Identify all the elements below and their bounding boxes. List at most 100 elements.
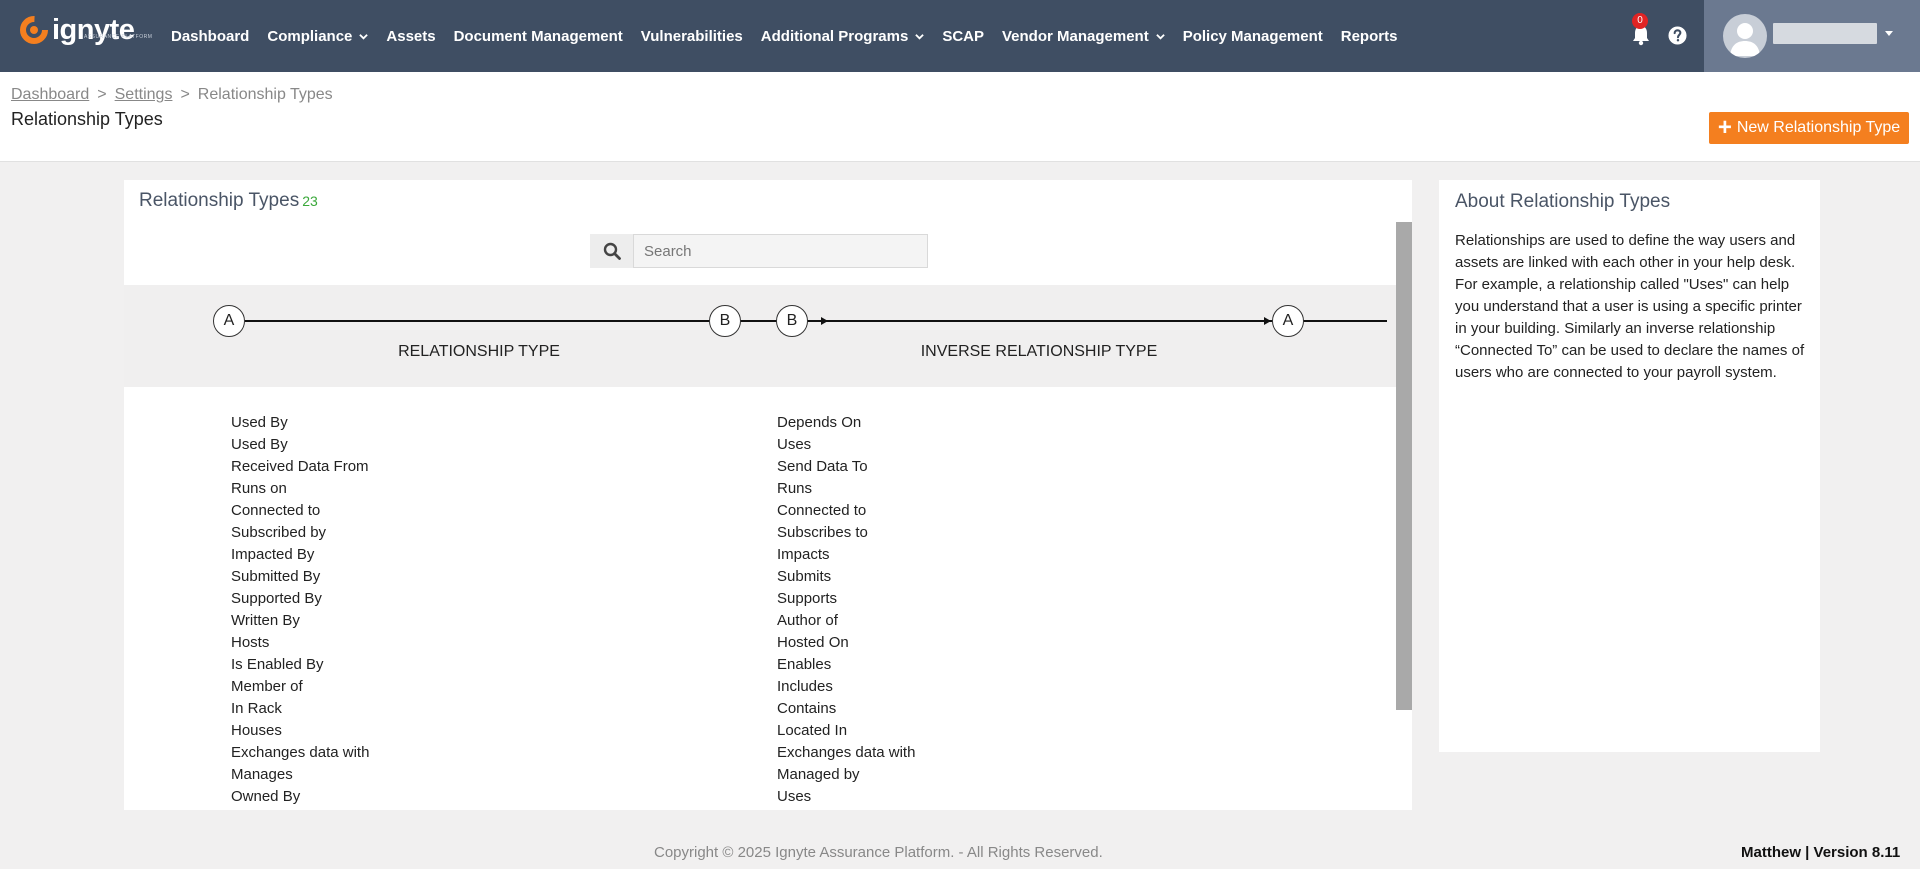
nav-label: Additional Programs [760, 27, 909, 45]
relationship-type-item[interactable]: Exchanges data with [231, 742, 369, 764]
footer-copyright: Copyright © 2025 Ignyte Assurance Platfo… [654, 844, 1103, 861]
search-box [590, 234, 928, 268]
nav-assets[interactable]: Assets [386, 28, 435, 45]
relationship-type-item[interactable]: Is Enabled By [231, 654, 369, 676]
breadcrumb-settings[interactable]: Settings [115, 86, 173, 103]
logo-text: ignyte [52, 14, 135, 46]
breadcrumb-separator: > [97, 86, 107, 103]
inverse-relationship-type-item[interactable]: Contains [777, 698, 915, 720]
new-relationship-type-label: New Relationship Type [1736, 119, 1901, 136]
nav-document-management[interactable]: Document Management [454, 28, 623, 45]
about-text: Relationships are used to define the way… [1455, 232, 1805, 381]
search-button[interactable] [590, 234, 633, 268]
relationship-type-item[interactable]: Member of [231, 676, 369, 698]
relationship-type-item[interactable]: In Rack [231, 698, 369, 720]
relationship-type-item[interactable]: Owned By [231, 786, 369, 808]
inverse-relationship-type-item[interactable]: Submits [777, 566, 915, 588]
node-b: B [709, 305, 741, 337]
relationship-diagram-header: A B RELATIONSHIP TYPE B A INVERSE RELATI… [124, 285, 1396, 387]
nav-vulnerabilities[interactable]: Vulnerabilities [641, 28, 743, 45]
relationship-type-item[interactable]: Supported By [231, 588, 369, 610]
logo-subtitle: ASSURANCE PLATFORM [84, 34, 153, 40]
inverse-relationship-type-item[interactable]: Includes [777, 676, 915, 698]
main-nav: Dashboard Compliance Assets Document Man… [171, 0, 1415, 72]
page-title: Relationship Types [11, 109, 163, 129]
inverse-relationship-type-column: Depends On Uses Send Data To Runs Connected … [777, 412, 915, 808]
new-relationship-type-button[interactable]: + New Relationship Type [1709, 112, 1909, 144]
nav-label: Compliance [267, 27, 353, 45]
scrollbar-thumb[interactable] [1396, 222, 1412, 710]
breadcrumb-separator: > [180, 86, 190, 103]
nav-vendor-management[interactable]: Vendor Management [1002, 28, 1165, 45]
inverse-relationship-type-item[interactable]: Located In [777, 720, 915, 742]
nav-scap[interactable]: SCAP [942, 28, 984, 45]
relationship-type-item[interactable]: Used By [231, 434, 369, 456]
relationship-type-item[interactable]: Submitted By [231, 566, 369, 588]
card-title-text: Relationship Types [139, 190, 300, 211]
relationship-type-item[interactable]: Written By [231, 610, 369, 632]
nav-label: Assets [386, 27, 436, 45]
inverse-relationship-type-item[interactable]: Uses [777, 434, 915, 456]
relationship-type-item[interactable]: Houses [231, 720, 369, 742]
logo[interactable]: ignyte [18, 14, 135, 46]
inverse-relationship-type-item[interactable]: Supports [777, 588, 915, 610]
inverse-relationship-type-header: INVERSE RELATIONSHIP TYPE [920, 343, 1158, 360]
nav-reports[interactable]: Reports [1341, 28, 1398, 45]
user-name-redacted [1773, 23, 1877, 44]
relationship-type-item[interactable]: Subscribed by [231, 522, 369, 544]
logo-mark-icon [20, 16, 48, 44]
inverse-relationship-type-item[interactable]: Connected to [777, 500, 915, 522]
top-navbar: ignyte ASSURANCE PLATFORM Dashboard Comp… [0, 0, 1920, 72]
inverse-relationship-type-item[interactable]: Managed by [777, 764, 915, 786]
notification-count-badge: 0 [1632, 13, 1648, 29]
help-icon[interactable] [1668, 26, 1687, 45]
node-a: A [1272, 305, 1304, 337]
node-b: B [776, 305, 808, 337]
about-panel: About Relationship Types Relationships a… [1439, 180, 1820, 752]
relationship-type-column: Used By Used By Received Data From Runs on C… [231, 412, 369, 808]
inverse-relationship-type-item[interactable]: Author of [777, 610, 915, 632]
relationship-types-card: Relationship Types23 A B RELATIONSHIP TY… [124, 180, 1412, 810]
inverse-relationship-type-item[interactable]: Exchanges data with [777, 742, 915, 764]
search-icon [603, 242, 621, 260]
nav-additional-programs[interactable]: Additional Programs [761, 28, 925, 45]
chevron-down-icon [915, 33, 925, 40]
nav-label: Dashboard [171, 27, 250, 45]
nav-dashboard[interactable]: Dashboard [171, 28, 249, 45]
nav-label: SCAP [942, 27, 984, 45]
relationship-type-item[interactable]: Manages [231, 764, 369, 786]
page-header: Dashboard > Settings > Relationship Types Re… [0, 72, 1920, 162]
footer-version: Matthew | Version 8.11 [1741, 844, 1901, 861]
nav-label: Vulnerabilities [640, 27, 743, 45]
avatar-icon [1723, 14, 1767, 58]
relationship-type-item[interactable]: Runs on [231, 478, 369, 500]
relationship-type-item[interactable]: Received Data From [231, 456, 369, 478]
nav-label: Reports [1340, 27, 1398, 45]
inverse-relationship-type-item[interactable]: Send Data To [777, 456, 915, 478]
relationship-type-header: RELATIONSHIP TYPE [398, 343, 560, 360]
node-a: A [213, 305, 245, 337]
chevron-down-icon [359, 33, 369, 40]
inverse-relationship-type-item[interactable]: Impacts [777, 544, 915, 566]
inverse-relationship-type-item[interactable]: Runs [777, 478, 915, 500]
relationship-type-item[interactable]: Impacted By [231, 544, 369, 566]
inverse-relationship-type-item[interactable]: Depends On [777, 412, 915, 434]
caret-down-icon [1885, 31, 1893, 36]
relationship-type-item[interactable]: Used By [231, 412, 369, 434]
breadcrumb-dashboard[interactable]: Dashboard [11, 86, 89, 103]
inverse-relationship-type-item[interactable]: Uses [777, 786, 915, 808]
inverse-relationship-type-item[interactable]: Enables [777, 654, 915, 676]
card-title: Relationship Types 23 [139, 190, 318, 212]
nav-label: Vendor Management [1002, 27, 1149, 45]
arrowhead-icon [1264, 317, 1271, 325]
relationship-type-item[interactable]: Hosts [231, 632, 369, 654]
nav-compliance[interactable]: Compliance [267, 27, 369, 45]
user-menu[interactable] [1704, 0, 1920, 72]
breadcrumb: Dashboard > Settings > Relationship Types [11, 86, 333, 104]
inverse-relationship-type-item[interactable]: Hosted On [777, 632, 915, 654]
inverse-relationship-type-item[interactable]: Subscribes to [777, 522, 915, 544]
plus-icon: + [1717, 114, 1732, 141]
relationship-type-item[interactable]: Connected to [231, 500, 369, 522]
nav-policy-management[interactable]: Policy Management [1183, 28, 1323, 45]
search-input[interactable] [633, 234, 928, 268]
